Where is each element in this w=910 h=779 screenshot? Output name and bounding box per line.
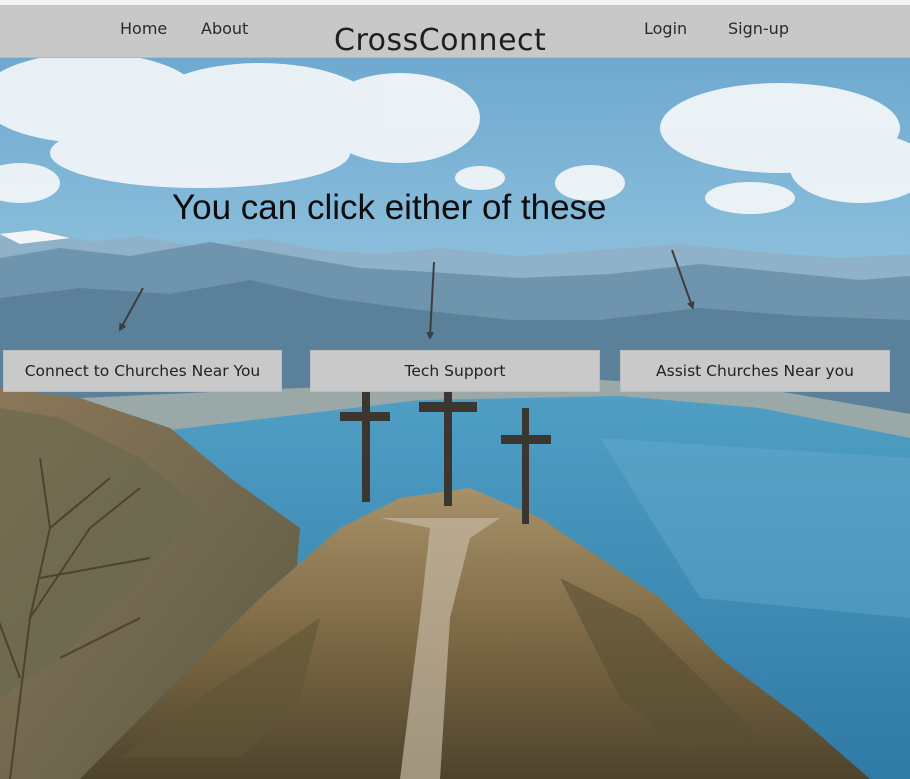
nav-link-about[interactable]: About xyxy=(201,19,248,38)
hero-headline: You can click either of these xyxy=(172,188,607,227)
browser-top-strip xyxy=(0,0,910,5)
nav-link-signup[interactable]: Sign-up xyxy=(728,19,789,38)
nav-link-login[interactable]: Login xyxy=(644,19,687,38)
assist-churches-button[interactable]: Assist Churches Near you xyxy=(620,350,890,392)
brand-title[interactable]: CrossConnect xyxy=(334,23,546,58)
landscape-illustration xyxy=(0,58,910,779)
nav-link-home[interactable]: Home xyxy=(120,19,167,38)
top-navbar: Home About CrossConnect Login Sign-up xyxy=(0,0,910,58)
page: Home About CrossConnect Login Sign-up Yo… xyxy=(0,0,910,779)
connect-churches-button[interactable]: Connect to Churches Near You xyxy=(3,350,282,392)
tech-support-button[interactable]: Tech Support xyxy=(310,350,600,392)
hero-background-image xyxy=(0,58,910,779)
